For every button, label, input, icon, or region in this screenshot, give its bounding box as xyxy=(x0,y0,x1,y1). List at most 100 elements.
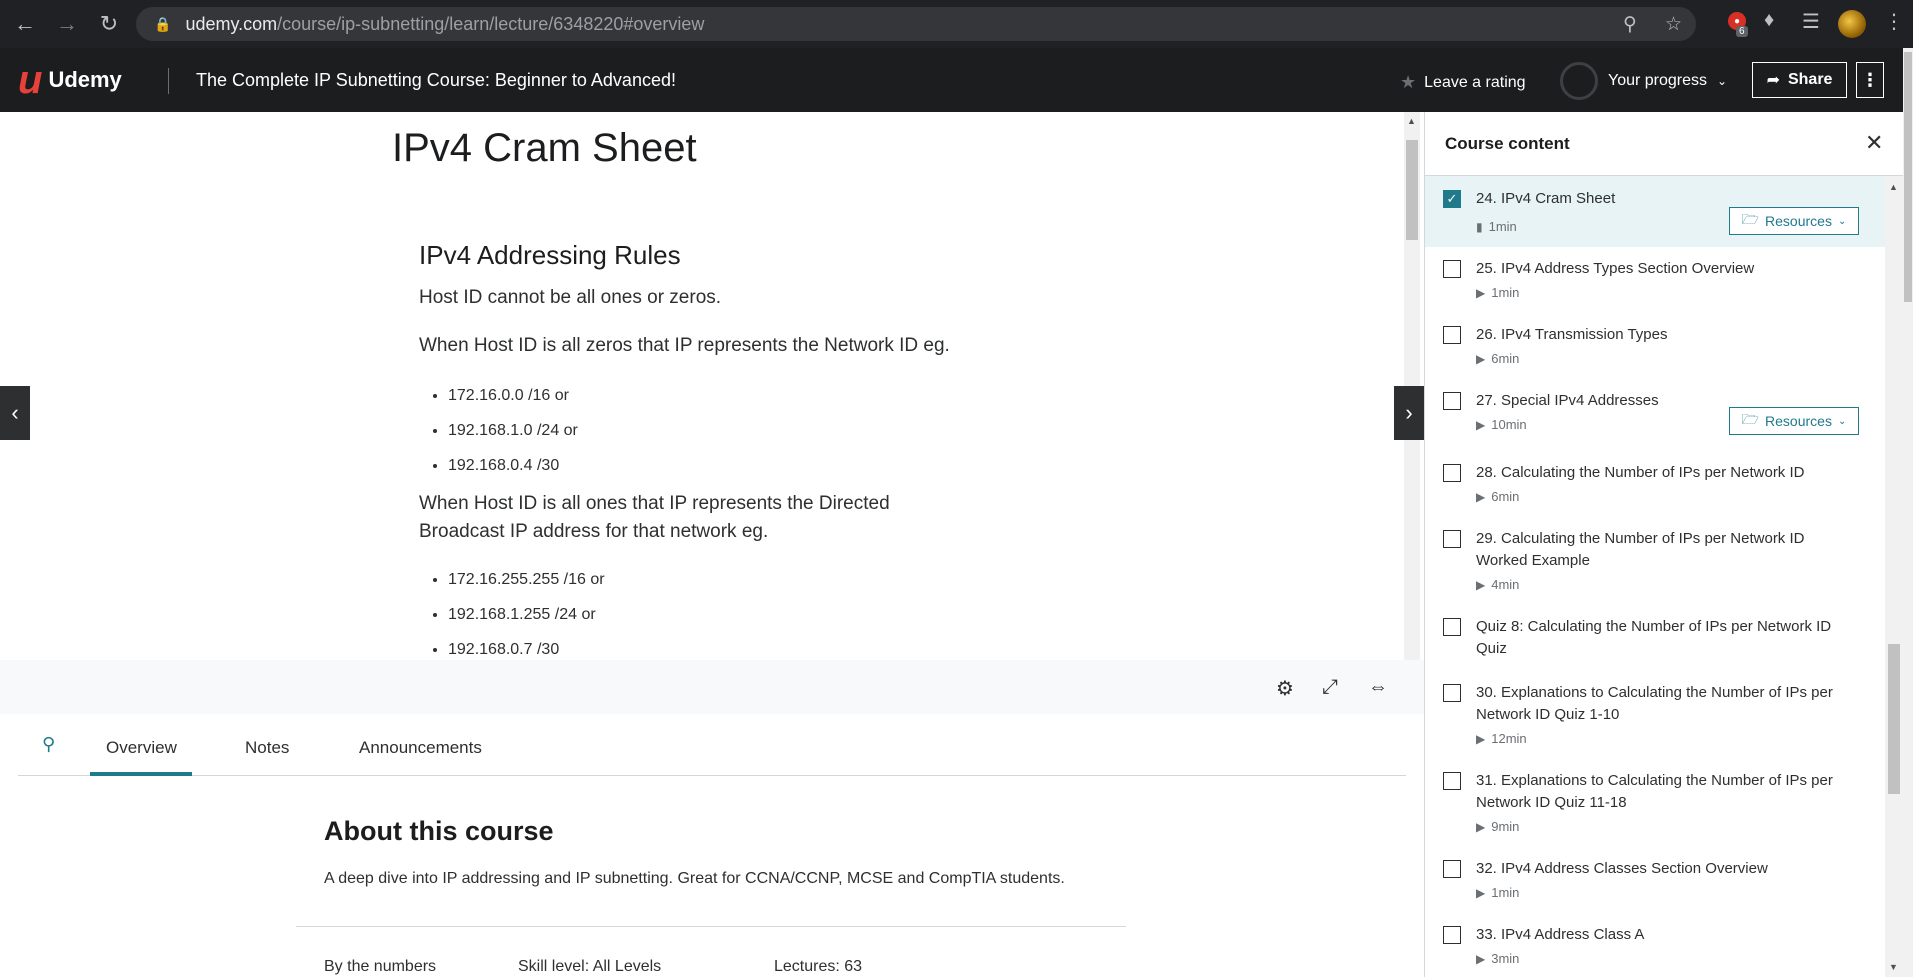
page-scrollbar[interactable] xyxy=(1903,48,1913,977)
chevron-down-icon: ⌄ xyxy=(1837,415,1847,427)
kebab-menu-icon[interactable]: ⋮ xyxy=(1884,9,1904,34)
star-icon: ★ xyxy=(1400,72,1417,92)
extension-badge-count: 6 xyxy=(1736,26,1748,37)
more-options-button[interactable]: ⋮ xyxy=(1856,62,1884,98)
list-item[interactable]: 33. IPv4 Address Class A ▶ 3min xyxy=(1425,913,1885,977)
skill-level: Skill level: All Levels xyxy=(518,958,662,975)
scroll-thumb[interactable] xyxy=(1888,644,1900,794)
udemy-logo-icon: u xyxy=(18,58,43,102)
checkbox[interactable] xyxy=(1443,684,1461,702)
scroll-down-icon[interactable]: ▼ xyxy=(1889,962,1898,972)
folder-icon: 🗁 xyxy=(1741,211,1760,227)
leave-rating-button[interactable]: ★ Leave a rating xyxy=(1400,72,1526,93)
checkbox[interactable] xyxy=(1443,326,1461,344)
bookmark-star-icon[interactable]: ☆ xyxy=(1665,13,1682,36)
list-item[interactable]: 25. IPv4 Address Types Section Overview … xyxy=(1425,247,1885,313)
share-button[interactable]: ➦ Share xyxy=(1752,62,1847,98)
checkbox[interactable] xyxy=(1443,618,1461,636)
lecture-meta: ▶ 6min xyxy=(1476,351,1520,366)
lecture-title: IPv4 Cram Sheet xyxy=(392,126,697,170)
search-icon[interactable]: ⚲ xyxy=(42,734,55,755)
list-item: 192.168.1.255 /24 or xyxy=(448,601,605,636)
play-icon: ▶ xyxy=(1476,285,1486,300)
zoom-icon[interactable]: ⚲ xyxy=(1623,13,1637,36)
avatar[interactable] xyxy=(1838,10,1866,38)
course-header: u Udemy The Complete IP Subnetting Cours… xyxy=(0,48,1903,112)
scroll-up-icon[interactable]: ▲ xyxy=(1407,116,1416,126)
paragraph: Host ID cannot be all ones or zeros. xyxy=(419,287,722,308)
resources-button[interactable]: 🗁 Resources ⌄ xyxy=(1729,407,1859,435)
article-icon: ▮ xyxy=(1476,219,1483,234)
play-icon: ▶ xyxy=(1476,489,1486,504)
section-heading: IPv4 Addressing Rules xyxy=(419,240,681,270)
play-icon: ▶ xyxy=(1476,417,1486,432)
lecture-meta: ▶ 1min xyxy=(1476,285,1520,300)
scroll-thumb[interactable] xyxy=(1406,140,1418,240)
list-item[interactable]: 31. Explanations to Calculating the Numb… xyxy=(1425,759,1885,847)
resources-button[interactable]: 🗁 Resources ⌄ xyxy=(1729,207,1859,235)
progress-button[interactable]: Your progress ⌄ xyxy=(1560,62,1727,100)
checkbox[interactable] xyxy=(1443,772,1461,790)
lecture-meta: ▶ 9min xyxy=(1476,819,1520,834)
header-divider xyxy=(168,68,169,94)
sidebar-scrollbar[interactable]: ▲ ▼ xyxy=(1885,176,1903,977)
list-item[interactable]: ✓ 24. IPv4 Cram Sheet ▮ 1min 🗁 Resources ⌄ xyxy=(1425,176,1885,247)
list-item[interactable]: 27. Special IPv4 Addresses ▶ 10min 🗁 Resou… xyxy=(1425,379,1885,451)
previous-lecture-button[interactable]: ‹ xyxy=(0,386,30,440)
udemy-logo[interactable]: u Udemy xyxy=(18,60,122,100)
play-icon: ▶ xyxy=(1476,351,1486,366)
completed-checkbox[interactable]: ✓ xyxy=(1443,190,1461,208)
lecture-meta: ▶ 4min xyxy=(1476,577,1520,592)
by-the-numbers-label: By the numbers xyxy=(324,958,437,975)
list-item[interactable]: 30. Explanations to Calculating the Numb… xyxy=(1425,671,1885,759)
scroll-thumb[interactable] xyxy=(1904,52,1912,302)
tab-announcements[interactable]: Announcements xyxy=(359,738,482,758)
sidebar-title: Course content xyxy=(1445,134,1570,153)
checkbox[interactable] xyxy=(1443,926,1461,944)
expanded-view-icon[interactable]: ⇔ xyxy=(1368,676,1388,699)
checkbox[interactable] xyxy=(1443,530,1461,548)
tab-notes[interactable]: Notes xyxy=(245,738,289,758)
about-description: A deep dive into IP addressing and IP su… xyxy=(324,870,1065,887)
chevron-down-icon: ⌄ xyxy=(1837,215,1847,227)
tab-overview[interactable]: Overview xyxy=(106,738,177,758)
about-title: About this course xyxy=(324,816,554,846)
list-item: 192.168.0.7 /30 xyxy=(448,636,605,660)
url-text: udemy.com/course/ip-subnetting/learn/lec… xyxy=(185,13,705,34)
next-lecture-button[interactable]: › xyxy=(1394,386,1424,440)
folder-icon: 🗁 xyxy=(1741,411,1760,427)
address-bar[interactable]: 🔒 udemy.com/course/ip-subnetting/learn/l… xyxy=(136,7,1696,41)
list-item[interactable]: 26. IPv4 Transmission Types ▶ 6min xyxy=(1425,313,1885,379)
lecture-count: Lectures: 63 xyxy=(774,958,863,975)
course-title[interactable]: The Complete IP Subnetting Course: Begin… xyxy=(196,70,676,91)
puzzle-icon[interactable]: ♦ xyxy=(1764,9,1774,32)
checkbox[interactable] xyxy=(1443,392,1461,410)
sidebar-header: Course content ✕ xyxy=(1425,112,1903,176)
forward-icon[interactable]: → xyxy=(50,7,84,41)
browser-toolbar: ← → ↻ 🔒 udemy.com/course/ip-subnetting/l… xyxy=(0,0,1913,48)
lecture-meta: ▶ 1min xyxy=(1476,885,1520,900)
close-icon[interactable]: ✕ xyxy=(1865,130,1883,156)
list-item[interactable]: 28. Calculating the Number of IPs per Ne… xyxy=(1425,451,1885,517)
player-controls: ⚙ ⤢ ⇔ xyxy=(0,660,1424,714)
active-tab-indicator xyxy=(90,772,192,776)
list-item[interactable]: 29. Calculating the Number of IPs per Ne… xyxy=(1425,517,1885,605)
list-item[interactable]: 32. IPv4 Address Classes Section Overvie… xyxy=(1425,847,1885,913)
checkbox[interactable] xyxy=(1443,860,1461,878)
media-icon[interactable]: ☰ xyxy=(1802,9,1820,34)
share-icon: ➦ xyxy=(1766,72,1780,89)
checkbox[interactable] xyxy=(1443,260,1461,278)
back-icon[interactable]: ← xyxy=(8,7,42,41)
lecture-meta: ▶ 6min xyxy=(1476,489,1520,504)
lecture-article: IPv4 Cram Sheet IPv4 Addressing Rules Ho… xyxy=(0,112,1404,660)
lecture-meta: ▶ 12min xyxy=(1476,731,1527,746)
play-icon: ▶ xyxy=(1476,885,1486,900)
reload-icon[interactable]: ↻ xyxy=(92,7,126,41)
list-item[interactable]: Quiz 8: Calculating the Number of IPs pe… xyxy=(1425,605,1885,671)
fullscreen-icon[interactable]: ⤢ xyxy=(1322,676,1338,699)
list-item: 192.168.1.0 /24 or xyxy=(448,417,578,452)
scroll-up-icon[interactable]: ▲ xyxy=(1889,182,1898,192)
settings-gear-icon[interactable]: ⚙ xyxy=(1276,676,1294,701)
checkbox[interactable] xyxy=(1443,464,1461,482)
lecture-tabs: ⚲ Overview Notes Announcements xyxy=(18,714,1406,776)
